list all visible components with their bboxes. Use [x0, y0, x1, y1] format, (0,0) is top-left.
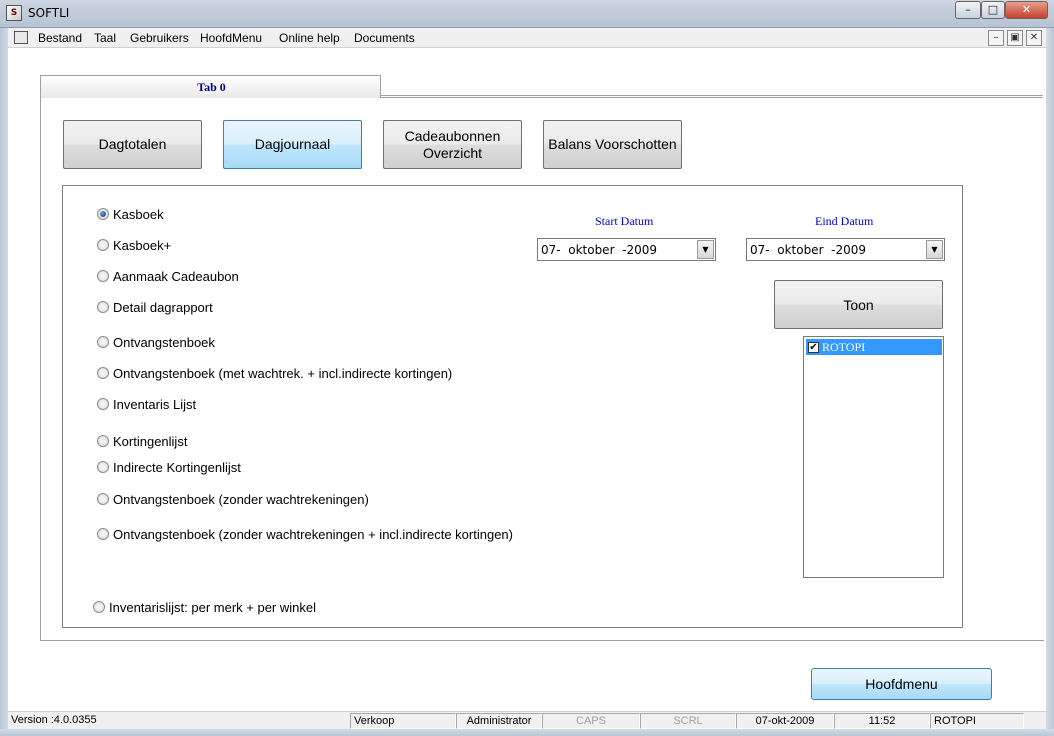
menu-online-help[interactable]: Online help — [279, 31, 340, 45]
tab-page-border-bottom — [40, 640, 1044, 641]
tab-page-border — [40, 98, 42, 641]
status-user: Administrator — [456, 713, 542, 729]
radio-button[interactable] — [93, 601, 105, 613]
title-bar: S SOFTLI – □ ✕ — [0, 0, 1054, 28]
radio-button[interactable] — [97, 435, 109, 447]
radio-kasboek[interactable]: Kasboek — [97, 206, 164, 222]
radio-button[interactable] — [97, 270, 109, 282]
balans-voorschotten-button[interactable]: Balans Voorschotten — [543, 120, 682, 169]
radio-label: Inventaris Lijst — [113, 396, 197, 412]
menu-hoofdmenu[interactable]: HoofdMenu — [200, 31, 262, 45]
eind-datum-label: Eind Datum — [815, 214, 874, 228]
menu-bar: Bestand Taal Gebruikers HoofdMenu Online… — [8, 28, 1046, 48]
window-frame-bottom — [0, 729, 1054, 736]
store-name: ROTOPI — [822, 339, 866, 354]
start-datum-value: 07- oktober -2009 — [541, 243, 657, 257]
window-title: SOFTLI — [28, 6, 70, 20]
radio-button-selected[interactable] — [97, 208, 109, 220]
menu-gebruikers[interactable]: Gebruikers — [130, 31, 189, 45]
menu-bestand[interactable]: Bestand — [38, 31, 82, 45]
radio-label: Ontvangstenboek — [113, 334, 215, 350]
menu-documents[interactable]: Documents — [354, 31, 415, 45]
status-mode: Verkoop — [350, 713, 456, 729]
radio-button[interactable] — [97, 493, 109, 505]
radio-label: Kasboek — [113, 206, 164, 222]
dagtotalen-button[interactable]: Dagtotalen — [63, 120, 202, 169]
radio-ontvangstenboek-met-wachtrek[interactable]: Ontvangstenboek (met wachtrek. + incl.in… — [97, 365, 452, 381]
radio-inventarislijst-per-merk[interactable]: Inventarislijst: per merk + per winkel — [93, 599, 316, 615]
status-caps: CAPS — [542, 713, 640, 729]
radio-button[interactable] — [97, 301, 109, 313]
radio-button[interactable] — [97, 367, 109, 379]
list-item[interactable]: ✔ ROTOPI — [806, 339, 942, 355]
child-close-button[interactable]: ✕ — [1026, 30, 1042, 46]
status-date: 07-okt-2009 — [736, 713, 834, 729]
hoofdmenu-button[interactable]: Hoofdmenu — [811, 668, 992, 700]
radio-button[interactable] — [97, 461, 109, 473]
maximize-button[interactable]: □ — [981, 1, 1005, 19]
radio-label: Kasboek+ — [113, 237, 172, 253]
radio-button[interactable] — [97, 398, 109, 410]
radio-label: Indirecte Kortingenlijst — [113, 459, 241, 475]
tab-0[interactable]: Tab 0 — [40, 75, 381, 98]
child-restore-button[interactable]: ▣ — [1007, 30, 1023, 46]
radio-label: Detail dagrapport — [113, 299, 213, 315]
menu-taal[interactable]: Taal — [94, 31, 116, 45]
child-minimize-button[interactable]: – — [988, 30, 1004, 46]
cadeaubonnen-overzicht-button[interactable]: Cadeaubonnen Overzicht — [383, 120, 522, 169]
tab-0-label: Tab 0 — [197, 80, 226, 94]
toon-button[interactable]: Toon — [774, 280, 943, 329]
status-bar: Version :4.0.0355 Verkoop Administrator … — [8, 711, 1046, 729]
radio-label: Kortingenlijst — [113, 433, 188, 449]
eind-datum-select[interactable]: 07- oktober -2009 ▼ — [746, 238, 945, 261]
start-datum-label: Start Datum — [595, 214, 654, 228]
status-store: ROTOPI — [930, 713, 1024, 729]
window-frame-right — [1046, 28, 1054, 736]
radio-inventaris-lijst[interactable]: Inventaris Lijst — [97, 396, 196, 412]
radio-button[interactable] — [97, 239, 109, 251]
radio-detail-dagrapport[interactable]: Detail dagrapport — [97, 299, 213, 315]
radio-ontvangstenboek-zonder-wachtrekeningen[interactable]: Ontvangstenboek (zonder wachtrekeningen) — [97, 491, 369, 507]
store-listbox[interactable]: ✔ ROTOPI — [803, 336, 944, 578]
radio-button[interactable] — [97, 336, 109, 348]
checkbox-checked[interactable]: ✔ — [808, 341, 819, 353]
radio-aanmaak-cadeaubon[interactable]: Aanmaak Cadeaubon — [97, 268, 239, 284]
tab-strip-line — [381, 95, 1043, 98]
radio-label: Ontvangstenboek (zonder wachtrekeningen … — [113, 526, 513, 542]
status-time: 11:52 — [834, 713, 930, 729]
radio-kasboek-plus[interactable]: Kasboek+ — [97, 237, 171, 253]
chevron-down-icon[interactable]: ▼ — [697, 240, 714, 259]
start-datum-select[interactable]: 07- oktober -2009 ▼ — [537, 238, 716, 261]
dagjournaal-button[interactable]: Dagjournaal — [223, 120, 362, 169]
document-menu-icon[interactable] — [14, 31, 28, 44]
radio-ontvangstenboek[interactable]: Ontvangstenboek — [97, 334, 215, 350]
softli-logo-icon[interactable]: S — [6, 5, 22, 21]
close-button[interactable]: ✕ — [1005, 1, 1048, 19]
eind-datum-value: 07- oktober -2009 — [750, 243, 866, 257]
status-scrl: SCRL — [640, 713, 736, 729]
radio-label: Inventarislijst: per merk + per winkel — [109, 599, 316, 615]
window-frame-left — [0, 28, 8, 736]
radio-label: Aanmaak Cadeaubon — [113, 268, 239, 284]
radio-button[interactable] — [97, 528, 109, 540]
radio-ontvangstenboek-zonder-incl-indirecte[interactable]: Ontvangstenboek (zonder wachtrekeningen … — [97, 526, 513, 542]
status-version: Version :4.0.0355 — [11, 714, 97, 726]
radio-label: Ontvangstenboek (zonder wachtrekeningen) — [113, 491, 369, 507]
radio-label: Ontvangstenboek (met wachtrek. + incl.in… — [113, 365, 453, 381]
chevron-down-icon[interactable]: ▼ — [926, 240, 943, 259]
radio-indirecte-kortingenlijst[interactable]: Indirecte Kortingenlijst — [97, 459, 241, 475]
radio-kortingenlijst[interactable]: Kortingenlijst — [97, 433, 187, 449]
minimize-button[interactable]: – — [955, 1, 981, 19]
